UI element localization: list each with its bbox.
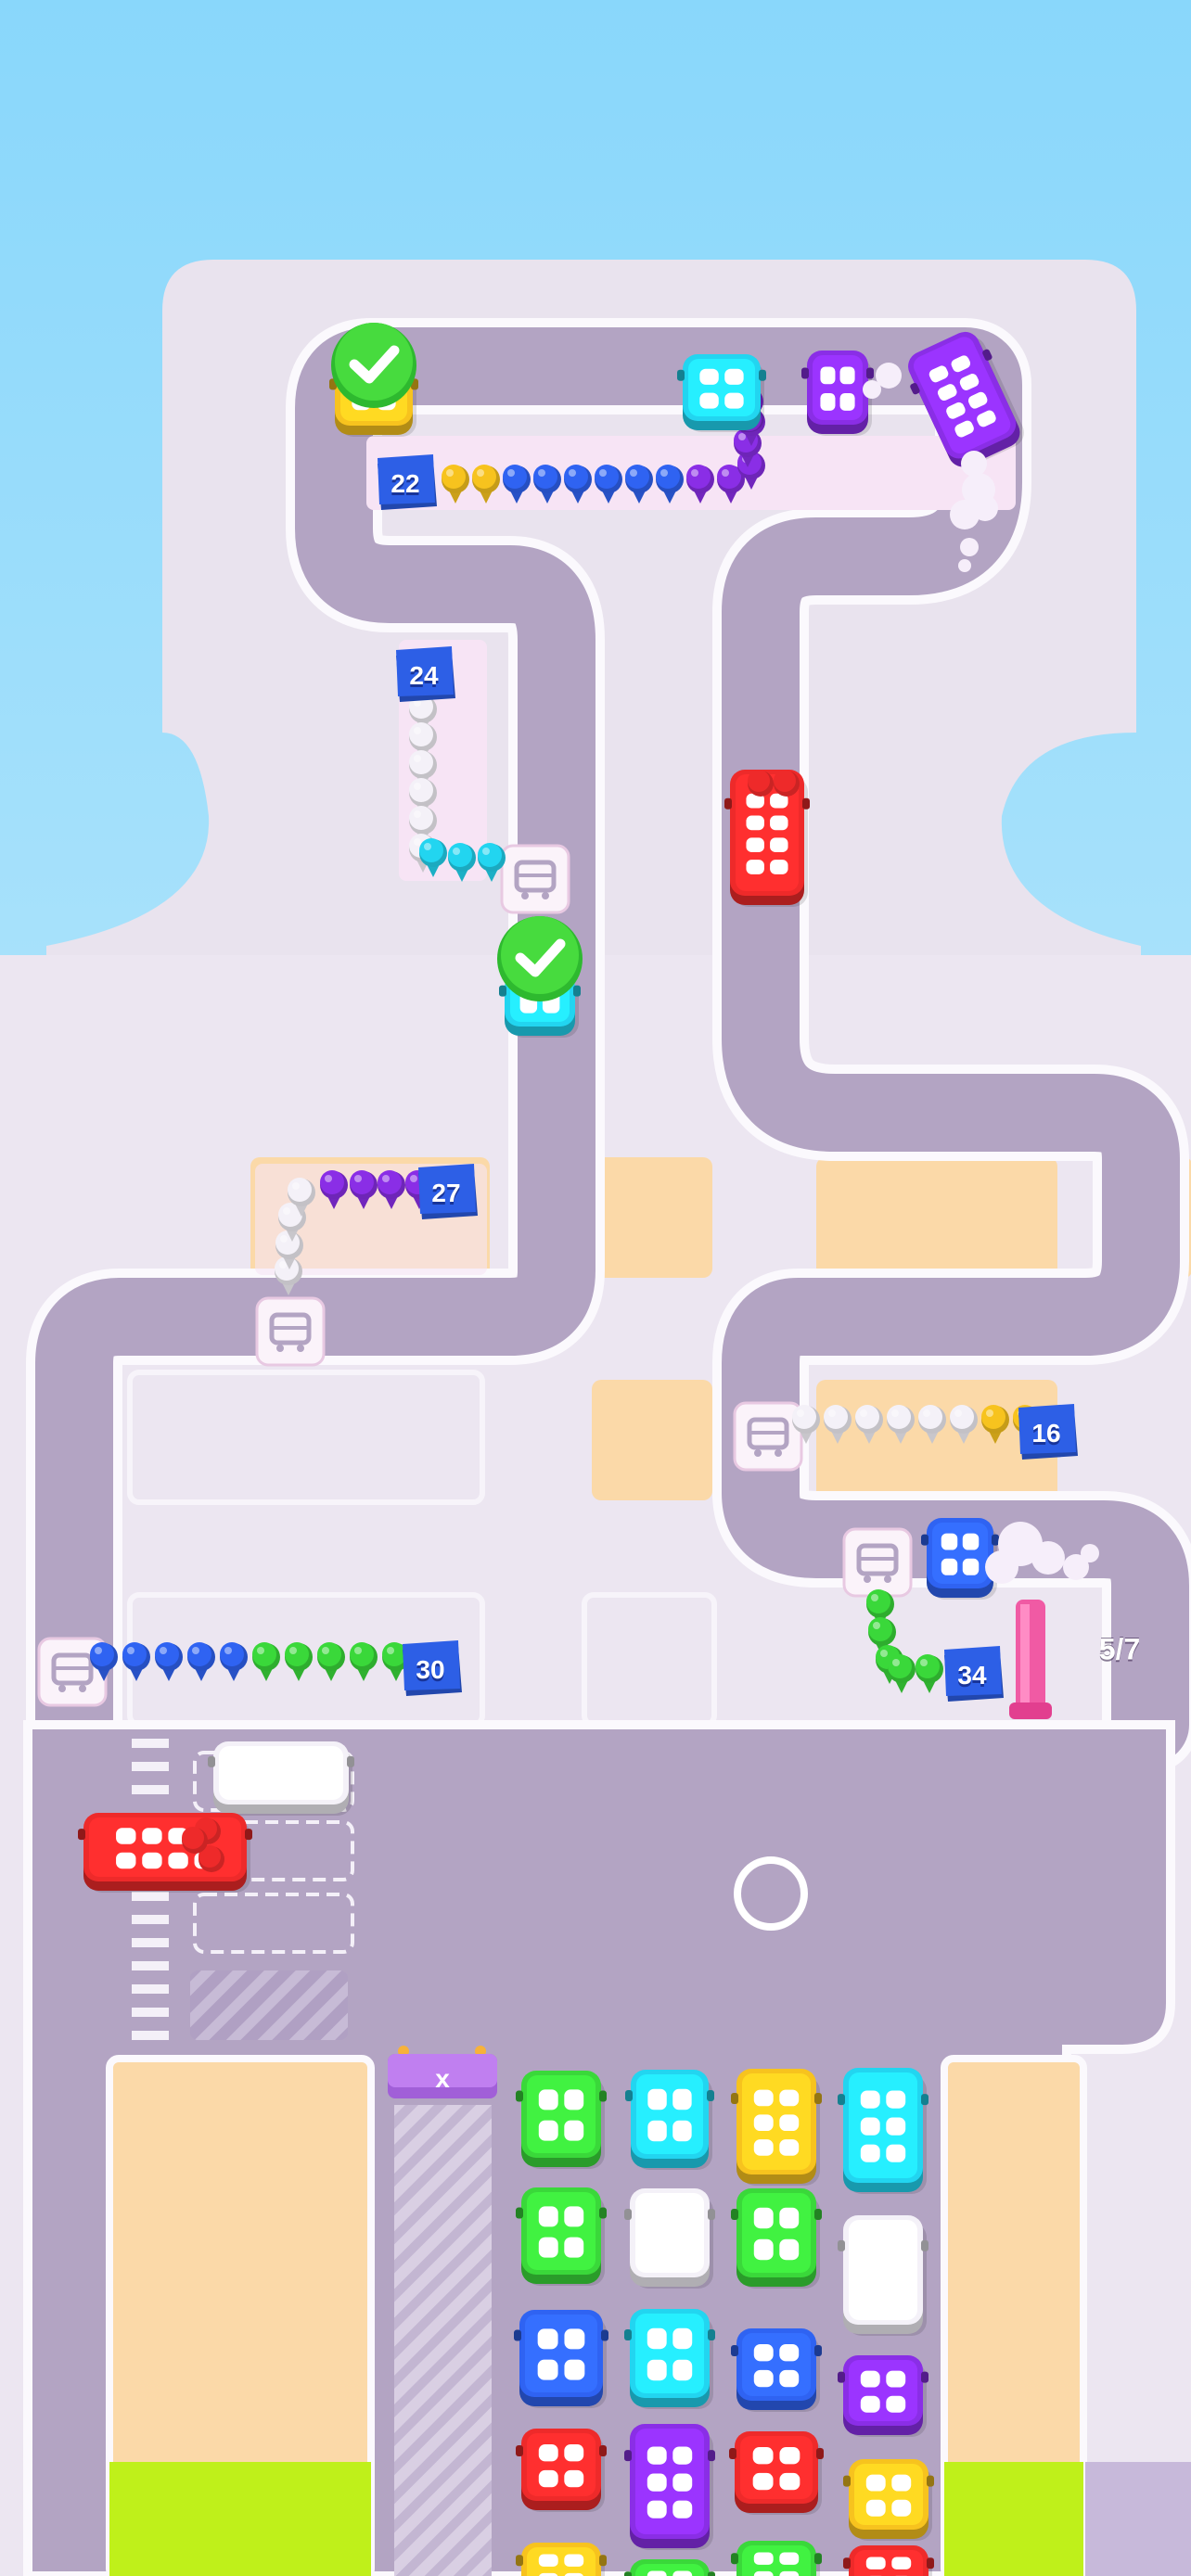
bus[interactable]: [838, 2215, 928, 2336]
queue-count-badge: [403, 1640, 462, 1696]
check-icon: [497, 916, 583, 1001]
bus-stop-icon: [500, 844, 570, 914]
bus[interactable]: [838, 2068, 928, 2194]
queue-count-badge: [944, 1646, 1004, 1702]
garage-exit-lane: [394, 2105, 492, 2576]
bus[interactable]: [516, 2543, 607, 2576]
bus[interactable]: [729, 2431, 824, 2515]
bus[interactable]: [624, 2559, 715, 2576]
bus[interactable]: [921, 1518, 999, 1600]
bus[interactable]: [731, 2541, 822, 2576]
bus[interactable]: [843, 2545, 934, 2576]
bus[interactable]: [625, 2070, 714, 2170]
bus[interactable]: [208, 1741, 354, 1816]
bus[interactable]: [731, 2188, 822, 2289]
bus-stop-icon: [255, 1296, 326, 1367]
bus[interactable]: [514, 2310, 608, 2408]
bus[interactable]: [516, 2071, 607, 2169]
bus[interactable]: [624, 2424, 715, 2550]
bus[interactable]: [731, 2328, 822, 2412]
queue-count-badge: [378, 454, 437, 510]
bus[interactable]: [624, 2309, 715, 2409]
bus[interactable]: [516, 2187, 607, 2286]
bus-stop-icon: [842, 1527, 913, 1598]
bus[interactable]: [838, 2355, 928, 2437]
bus-stop-icon: [733, 1401, 803, 1472]
queue-count-badge: [396, 646, 455, 702]
bus[interactable]: [801, 351, 874, 436]
bus[interactable]: [843, 2459, 934, 2541]
check-icon: [331, 323, 416, 408]
queue-count-badge: [418, 1164, 478, 1219]
bus[interactable]: [516, 2429, 607, 2512]
bus[interactable]: [677, 354, 766, 432]
bus[interactable]: [624, 2188, 715, 2289]
queue-count-badge: [1018, 1404, 1078, 1460]
bus[interactable]: [731, 2069, 822, 2186]
bus[interactable]: [78, 1813, 252, 1893]
